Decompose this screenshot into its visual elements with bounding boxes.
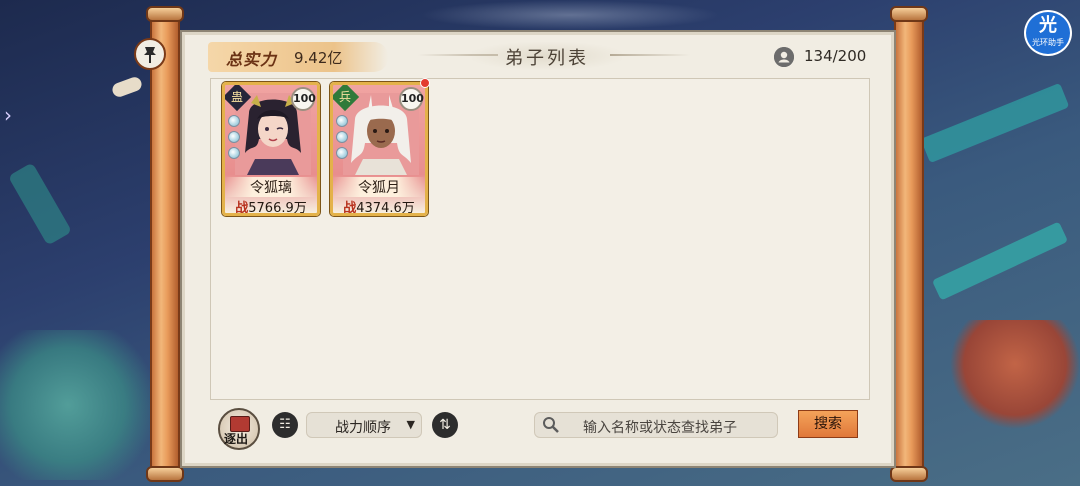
search-icon <box>541 416 561 436</box>
side-expand-arrow-icon[interactable]: › <box>0 100 16 130</box>
disciple-card[interactable]: 蛊 100 令狐璃 战5766.9万 <box>222 82 320 216</box>
toggle-sort-direction-button[interactable]: ⇅ <box>432 412 458 438</box>
assistant-app-icon[interactable]: 光 光环助手 <box>1024 10 1072 56</box>
sort-order-label: 战力顺序 <box>335 420 391 436</box>
assistant-glyph: 光 <box>1039 15 1057 36</box>
power-prefix: 战 <box>235 201 249 216</box>
scroll-cap <box>890 6 928 22</box>
background-cloud <box>420 0 720 30</box>
gem-icon <box>228 147 240 159</box>
disciple-card[interactable]: 兵 100 令狐月 战4374.6万 <box>330 82 428 216</box>
background-pavilion <box>0 330 170 480</box>
disciple-list-panel: 总实力 9.42亿 弟子列表 134/200 蛊 100 令狐璃 战5766.9… <box>180 30 896 468</box>
gem-icon <box>228 131 240 143</box>
swap-arrows-icon: ⇅ <box>439 417 451 433</box>
bottom-toolbar: 逐出 ☷ 战力顺序 ▼ ⇅ 输入名称或状态查找弟子 搜索 <box>182 404 894 464</box>
scroll-cap <box>890 466 928 482</box>
power-prefix: 战 <box>343 201 357 216</box>
gem-icon <box>336 115 348 127</box>
caret-down-icon: ▼ <box>406 418 415 431</box>
disciple-power: 战5766.9万 <box>225 197 317 216</box>
background-beam <box>920 82 1070 164</box>
disciple-level-badge: 100 <box>291 87 316 111</box>
panel-header: 总实力 9.42亿 弟子列表 134/200 <box>182 32 894 78</box>
disciple-count: 134/200 <box>804 47 867 65</box>
total-power-value: 9.42亿 <box>294 49 343 67</box>
page-title: 弟子列表 <box>505 48 589 69</box>
notification-dot <box>420 78 430 88</box>
scroll-rod-left <box>150 12 180 482</box>
total-power-label: 总实力 <box>226 50 278 69</box>
scroll-rod-right <box>894 12 924 482</box>
search-input[interactable]: 输入名称或状态查找弟子 <box>534 412 778 438</box>
filter-list-button[interactable]: ☷ <box>272 412 298 438</box>
sort-order-select[interactable]: 战力顺序 ▼ <box>306 412 422 438</box>
power-value: 5766.9万 <box>248 201 307 216</box>
star-gems <box>228 115 242 163</box>
disciple-name: 令狐月 <box>333 177 425 197</box>
gem-icon <box>336 147 348 159</box>
background-beam <box>7 162 73 246</box>
disciple-name: 令狐璃 <box>225 177 317 197</box>
search-placeholder: 输入名称或状态查找弟子 <box>583 420 737 436</box>
power-value: 4374.6万 <box>356 201 415 216</box>
star-gems <box>336 115 350 163</box>
pin-button[interactable] <box>134 38 166 70</box>
title-ornament-right <box>610 54 690 56</box>
scroll-cap <box>146 466 184 482</box>
pin-icon <box>144 47 156 63</box>
background-beam <box>931 221 1069 301</box>
search-button[interactable]: 搜索 <box>798 410 858 438</box>
gem-icon <box>336 131 348 143</box>
scroll-cap <box>146 6 184 22</box>
disciple-level-badge: 100 <box>399 87 424 111</box>
background-pavilion <box>950 320 1080 430</box>
list-filter-icon: ☷ <box>279 417 291 432</box>
expel-label: 逐出 <box>224 432 249 446</box>
assistant-label: 光环助手 <box>1032 38 1064 47</box>
person-icon <box>774 47 794 67</box>
gem-icon <box>228 115 240 127</box>
disciple-power: 战4374.6万 <box>333 197 425 216</box>
